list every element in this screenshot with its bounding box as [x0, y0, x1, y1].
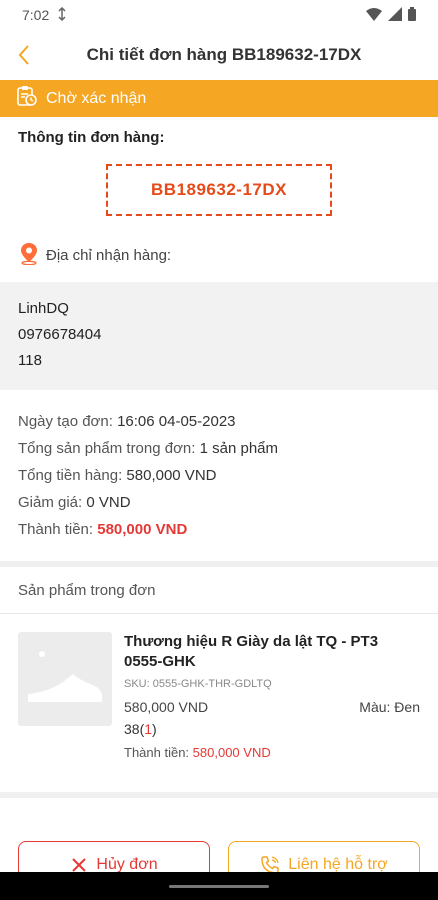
status-bar: 7:02 — [0, 0, 438, 30]
recipient-name: LinhDQ — [18, 300, 69, 317]
product-size-qty: 38(1) — [124, 721, 157, 737]
product-sku: SKU: 0555-GHK-THR-GDLTQ — [124, 678, 272, 690]
product-color: Màu: Đen — [359, 699, 420, 715]
grand-total-row: Thành tiền: 580,000 VND — [18, 521, 188, 538]
address-heading: Địa chỉ nhận hàng: — [0, 242, 438, 268]
goods-total-row: Tổng tiền hàng: 580,000 VND — [18, 467, 217, 484]
signal-icon — [388, 6, 402, 24]
product-total: Thành tiền: 580,000 VND — [124, 745, 271, 760]
products-heading: Sản phẩm trong đơn — [0, 567, 438, 614]
back-button[interactable] — [18, 40, 48, 70]
order-info-section: Thông tin đơn hàng: BB189632-17DX — [0, 117, 438, 216]
address-card: LinhDQ 0976678404 118 — [0, 282, 438, 390]
order-info-label: Thông tin đơn hàng: — [18, 129, 165, 146]
product-qty: 1 — [144, 721, 153, 737]
order-status-banner: Chờ xác nhận — [0, 80, 438, 117]
discount-row: Giảm giá: 0 VND — [18, 494, 131, 511]
product-count-row: Tổng sản phẩm trong đơn: 1 sản phẩm — [18, 440, 279, 457]
battery-icon — [408, 6, 416, 24]
sync-icon — [57, 6, 67, 24]
location-pin-icon — [18, 241, 40, 269]
section-divider — [0, 792, 438, 798]
product-price: 580,000 VND — [124, 699, 209, 715]
home-indicator[interactable] — [169, 884, 269, 888]
order-code[interactable]: BB189632-17DX — [106, 164, 332, 216]
recipient-phone: 0976678404 — [18, 326, 102, 343]
status-time: 7:02 — [22, 7, 50, 23]
created-row: Ngày tạo đơn: 16:06 04-05-2023 — [18, 413, 236, 430]
recipient-address: 118 — [18, 352, 42, 369]
shoe-placeholder-icon — [28, 651, 102, 702]
order-details: Ngày tạo đơn: 16:06 04-05-2023 Tổng sản … — [0, 390, 438, 543]
wifi-icon — [366, 7, 382, 24]
app-header: Chi tiết đơn hàng BB189632-17DX — [0, 30, 438, 80]
system-nav-bar — [0, 872, 438, 900]
product-item[interactable]: Thương hiệu R Giày da lật TQ - PT3 0555-… — [0, 614, 438, 792]
product-name: Thương hiệu R Giày da lật TQ - PT3 0555-… — [124, 633, 379, 670]
clipboard-clock-icon — [16, 85, 38, 112]
product-image — [18, 632, 112, 726]
order-status-label: Chờ xác nhận — [46, 89, 147, 107]
product-size: 38 — [124, 721, 140, 737]
address-label: Địa chỉ nhận hàng: — [46, 246, 172, 264]
page-title: Chi tiết đơn hàng BB189632-17DX — [86, 45, 362, 64]
chevron-left-icon — [18, 45, 29, 65]
